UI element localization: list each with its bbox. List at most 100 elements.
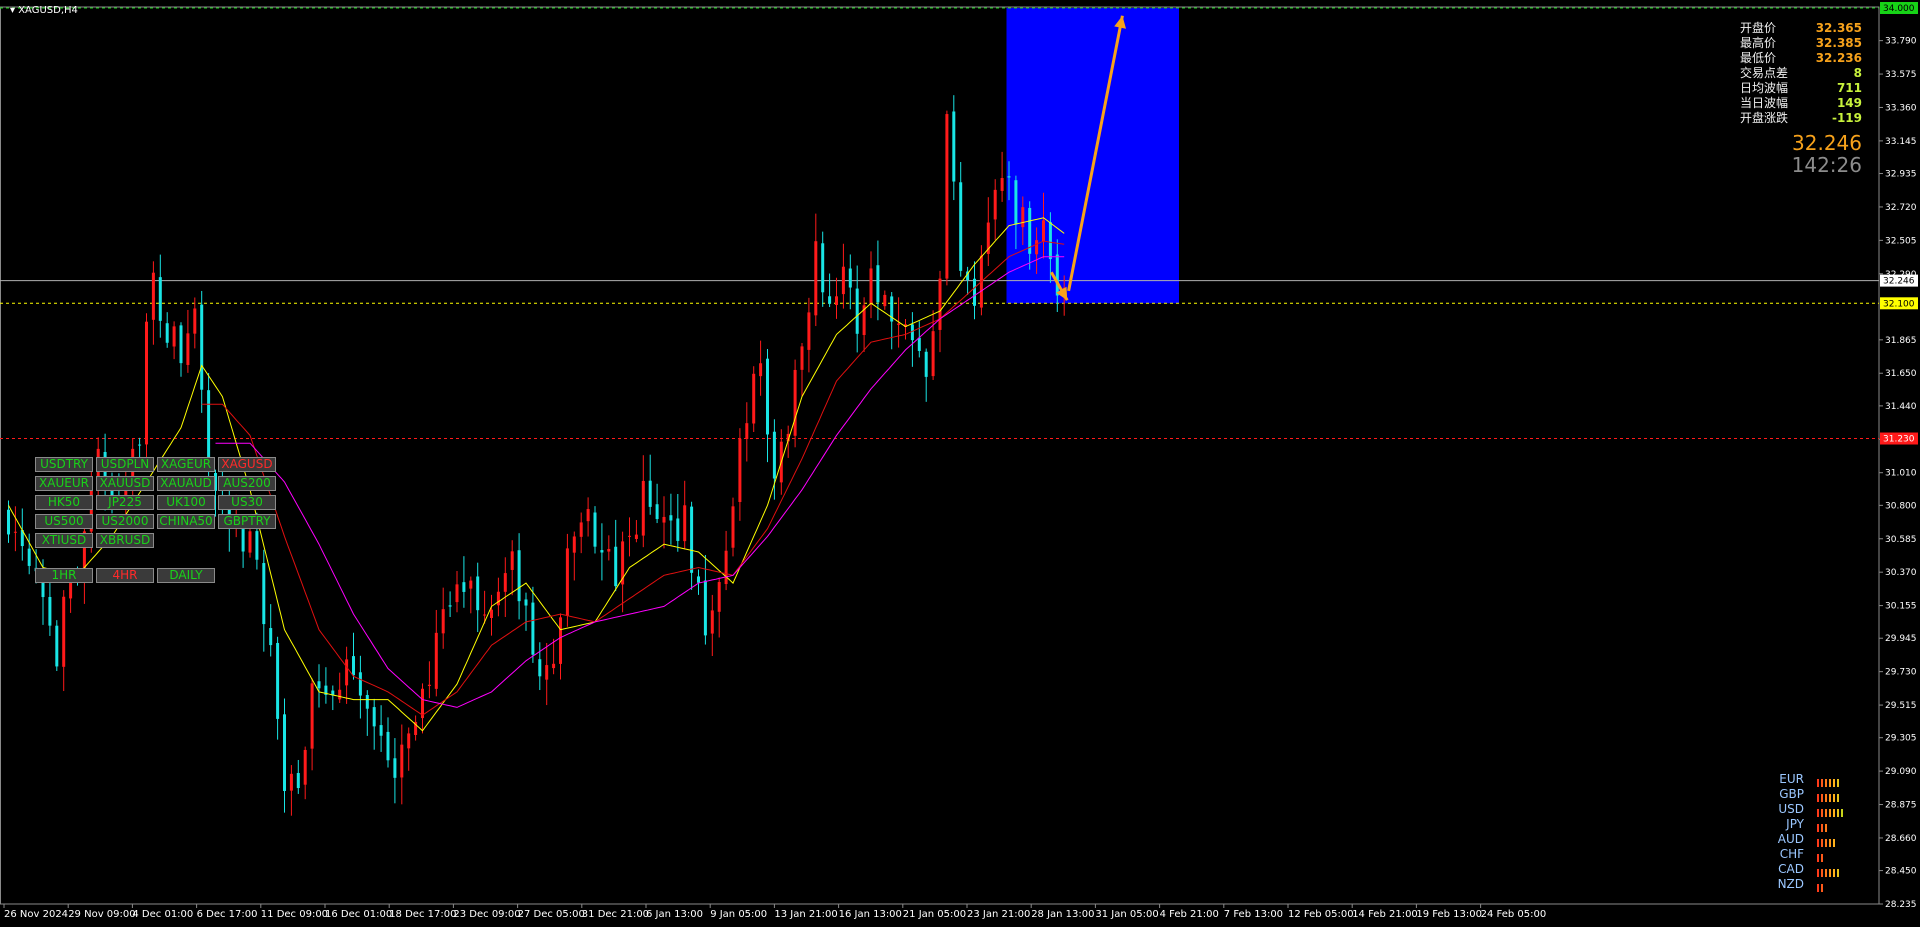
timeframe-button-4hr[interactable]: 4HR [96, 568, 154, 583]
candle-body [434, 632, 438, 689]
symbol-button-gbptry[interactable]: GBPTRY [218, 514, 276, 529]
candle-body [628, 535, 631, 537]
price-tick-label: 30.155 [1885, 602, 1917, 612]
symbol-button-xageur[interactable]: XAGEUR [157, 457, 215, 472]
candle-body [572, 536, 576, 553]
time-tick-label: 27 Dec 05:00 [518, 909, 585, 920]
strength-bar [1829, 869, 1831, 877]
symbol-button-jp225[interactable]: JP225 [96, 495, 154, 510]
symbol-button-xauusd[interactable]: XAUUSD [96, 476, 154, 491]
stat-value: 32.385 [1815, 36, 1862, 50]
stat-row: 日均波幅 711 [1740, 81, 1862, 96]
candle-body [296, 773, 300, 789]
stat-value: 8 [1853, 66, 1862, 80]
currency-label: AUD [1777, 832, 1804, 846]
price-tick-label: 29.515 [1885, 701, 1917, 711]
moving-average-line [201, 240, 1065, 716]
candle-body [772, 431, 776, 479]
chart-canvas[interactable]: 33.790 33.575 33.360 33.145 32.935 32.720 32.5… [0, 0, 1920, 927]
candle-body [338, 689, 342, 700]
symbol-button-aus200[interactable]: AUS200 [218, 476, 276, 491]
strength-bar [1817, 869, 1819, 877]
candle-body [200, 304, 204, 390]
price-tick-label: 32.505 [1885, 236, 1917, 246]
symbol-button-xaueur[interactable]: XAUEUR [35, 476, 93, 491]
yellow-level-label: 32.100 [1883, 299, 1915, 309]
symbol-button-usdtry[interactable]: USDTRY [35, 457, 93, 472]
time-tick-label: 9 Jan 05:00 [710, 909, 767, 920]
candle-body [793, 369, 797, 436]
time-tick-label: 28 Jan 13:00 [1031, 909, 1094, 920]
symbol-timeframe: XAGUSD,H4 [18, 5, 78, 16]
currency-label: USD [1778, 802, 1804, 816]
candle-body [952, 111, 956, 182]
strength-bars [1817, 791, 1841, 802]
stat-label: 最高价 [1740, 36, 1777, 50]
candle-body [876, 265, 880, 303]
price-tick-label: 32.720 [1885, 203, 1917, 213]
symbol-button-xauaud[interactable]: XAUAUD [157, 476, 215, 491]
symbol-button-us2000[interactable]: US2000 [96, 514, 154, 529]
candle-body [393, 758, 397, 778]
candle-body [262, 563, 266, 625]
chart-menu-icon[interactable]: ▾ [10, 5, 18, 16]
strength-bar [1821, 809, 1823, 817]
timeframe-button-1hr[interactable]: 1HR [35, 568, 93, 583]
strength-bars [1817, 881, 1825, 892]
time-tick-label: 4 Dec 01:00 [132, 909, 193, 920]
candle-body [407, 733, 411, 749]
time-tick-label: 24 Feb 05:00 [1481, 909, 1547, 920]
timeframe-button-daily[interactable]: DAILY [157, 568, 215, 583]
currency-row-gbp: GBP [1768, 787, 1848, 802]
strength-bar [1817, 809, 1819, 817]
symbol-button-xbrusd[interactable]: XBRUSD [96, 533, 154, 548]
candle-body [703, 580, 707, 636]
currency-row-jpy: JPY [1768, 817, 1848, 832]
candle-body [848, 268, 852, 288]
symbol-button-xtiusd[interactable]: XTIUSD [35, 533, 93, 548]
candle-body [179, 325, 183, 364]
symbol-button-us30[interactable]: US30 [218, 495, 276, 510]
time-tick-label: 16 Jan 13:00 [839, 909, 902, 920]
candle-body [835, 296, 838, 306]
time-tick-label: 23 Jan 21:00 [967, 909, 1030, 920]
stat-label: 交易点差 [1740, 66, 1789, 80]
price-tick-label: 30.800 [1885, 501, 1917, 511]
candle-body [600, 550, 604, 553]
candle-body [531, 602, 535, 655]
price-tick-label: 28.660 [1885, 834, 1917, 844]
time-tick-label: 6 Jan 13:00 [646, 909, 703, 920]
symbol-button-uk100[interactable]: UK100 [157, 495, 215, 510]
symbol-button-usdpln[interactable]: USDPLN [96, 457, 154, 472]
stat-label: 开盘涨跌 [1740, 111, 1789, 125]
stat-label: 最低价 [1740, 51, 1777, 65]
strength-bar [1817, 779, 1819, 787]
candle-body [455, 584, 459, 603]
candle-body [745, 423, 749, 439]
time-tick-label: 23 Dec 09:00 [453, 909, 520, 920]
stat-row: 当日波幅 149 [1740, 96, 1862, 111]
candle-body [683, 505, 687, 542]
candle-body [759, 363, 763, 377]
strength-bar [1829, 779, 1831, 787]
candle-body [255, 531, 259, 560]
candle-body [503, 573, 507, 592]
price-tick-label: 29.090 [1885, 767, 1917, 777]
symbol-button-china50[interactable]: CHINA50 [157, 514, 215, 529]
symbol-button-xagusd[interactable]: XAGUSD [218, 457, 276, 472]
candle-body [897, 323, 901, 325]
candle-body [924, 351, 928, 377]
strength-bar [1833, 794, 1835, 802]
time-tick-label: 26 Nov 2024 [4, 909, 68, 920]
candle-body [317, 681, 321, 689]
strength-bar [1821, 794, 1823, 802]
symbol-button-us500[interactable]: US500 [35, 514, 93, 529]
strength-bar [1821, 779, 1823, 787]
candle-body [1042, 220, 1045, 242]
symbol-button-hk50[interactable]: HK50 [35, 495, 93, 510]
strength-bar [1821, 839, 1823, 847]
strength-bar [1817, 824, 1819, 832]
strength-bars [1817, 821, 1829, 832]
strength-bars [1817, 866, 1841, 877]
candle-body [269, 628, 273, 646]
